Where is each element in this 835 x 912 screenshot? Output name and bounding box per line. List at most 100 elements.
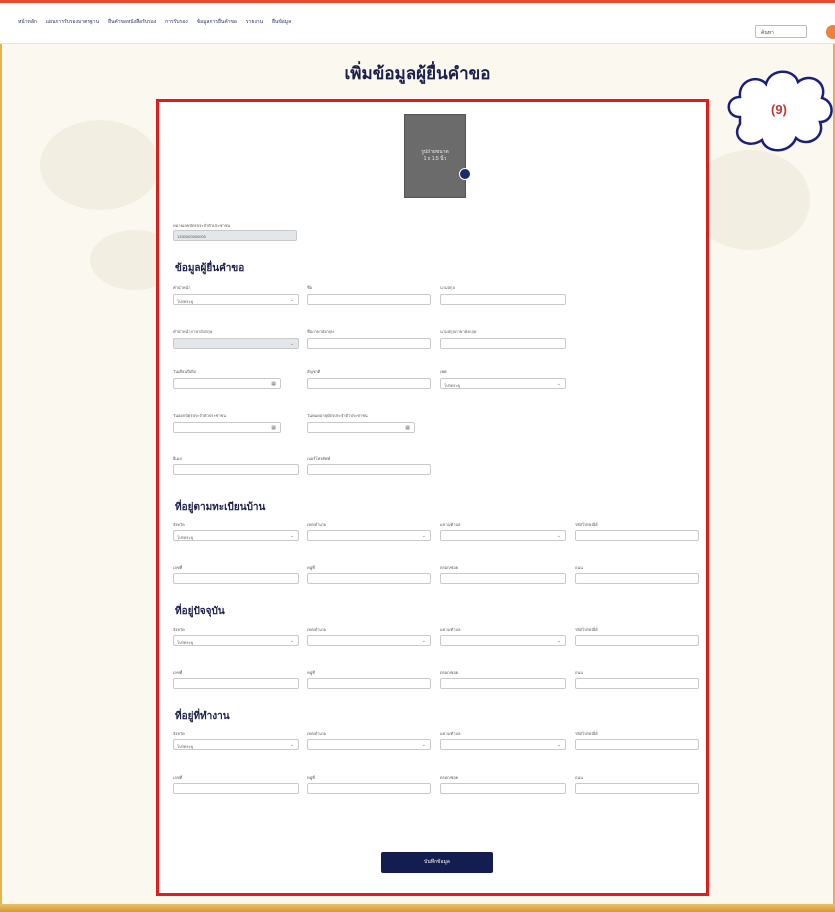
nav-item-certify[interactable]: การรับรอง — [165, 18, 188, 26]
user-avatar[interactable] — [826, 25, 835, 39]
soi-label: ตรอก/ซอย — [440, 775, 459, 780]
subdistrict-label: แขวง/ตำบล — [440, 522, 461, 527]
section-title-registered-address: ที่อยู่ตามทะเบียนบ้าน — [175, 502, 266, 513]
top-accent-bar — [0, 0, 835, 3]
email-label: อีเมล — [173, 456, 182, 461]
soi-label: ตรอก/ซอย — [440, 565, 459, 570]
nav-item-home[interactable]: หน้าหลัก — [18, 18, 37, 26]
district-select[interactable]: ⌄ — [307, 739, 431, 750]
issue-date-label: วันออกบัตรประจำตัวประชาชน — [173, 413, 227, 418]
lastname-field[interactable] — [440, 294, 566, 305]
background-decoration — [40, 120, 160, 210]
chevron-down-icon: ⌄ — [289, 742, 294, 748]
soi-field[interactable] — [440, 573, 566, 584]
postcode-field[interactable] — [575, 635, 699, 646]
subdistrict-select[interactable]: ⌄ — [440, 530, 566, 541]
applicant-form: รูปถ่ายขนาด 1 x 1.5 นิ้ว หมายเลขบัตรประจำ… — [156, 99, 709, 896]
house-no-field[interactable] — [173, 573, 299, 584]
province-select[interactable]: โปรดระบุ ⌄ — [173, 739, 299, 750]
camera-icon[interactable] — [459, 168, 471, 180]
issue-date-field[interactable]: ▦ — [173, 422, 281, 433]
province-value: โปรดระบุ — [177, 744, 194, 749]
firstname-en-field[interactable] — [307, 338, 431, 349]
postcode-field[interactable] — [575, 530, 699, 541]
moo-field[interactable] — [307, 678, 431, 689]
house-no-field[interactable] — [173, 783, 299, 794]
prefix-en-select[interactable]: ⌄ — [173, 338, 299, 349]
province-select[interactable]: โปรดระบุ ⌄ — [173, 635, 299, 646]
footer-strip — [0, 904, 835, 912]
phone-field[interactable] — [307, 464, 431, 475]
province-label: จังหวัด — [173, 731, 185, 736]
firstname-label: ชื่อ — [307, 285, 313, 290]
chevron-down-icon: ⌄ — [556, 533, 561, 539]
road-field[interactable] — [575, 783, 699, 794]
province-label: จังหวัด — [173, 627, 185, 632]
nav-item-plan[interactable]: แผนการรับรองมาตรฐาน — [46, 18, 99, 26]
soi-field[interactable] — [440, 678, 566, 689]
house-no-field[interactable] — [173, 678, 299, 689]
firstname-field[interactable] — [307, 294, 431, 305]
road-label: ถนน — [575, 670, 583, 675]
province-label: จังหวัด — [173, 522, 185, 527]
lastname-en-label: นามสกุลภาษาอังกฤษ — [440, 329, 477, 334]
chevron-down-icon: ⌄ — [289, 341, 294, 347]
nav-item-request[interactable]: ยื่นคำขอหนังสือรับรอง — [108, 18, 156, 26]
gender-select[interactable]: โปรดระบุ ⌄ — [440, 378, 566, 389]
soi-label: ตรอก/ซอย — [440, 670, 459, 675]
district-label: เขต/อำเภอ — [307, 731, 326, 736]
prefix-select[interactable]: โปรดระบุ ⌄ — [173, 294, 299, 305]
nav-item-report[interactable]: รายงาน — [246, 18, 263, 26]
lastname-en-field[interactable] — [440, 338, 566, 349]
save-button[interactable]: บันทึกข้อมูล — [381, 852, 493, 873]
moo-field[interactable] — [307, 573, 431, 584]
phone-label: เบอร์โทรศัพท์ — [307, 456, 331, 461]
email-field[interactable] — [173, 464, 299, 475]
photo-placeholder[interactable]: รูปถ่ายขนาด 1 x 1.5 นิ้ว — [404, 114, 466, 198]
calendar-icon[interactable]: ▦ — [405, 425, 410, 431]
birthdate-field[interactable]: ▦ — [173, 378, 281, 389]
soi-field[interactable] — [440, 783, 566, 794]
house-no-label: เลขที่ — [173, 565, 183, 570]
page-title: เพิ่มข้อมูลผู้ยื่นคำขอ — [344, 64, 491, 83]
district-label: เขต/อำเภอ — [307, 627, 326, 632]
expire-date-field[interactable]: ▦ — [307, 422, 415, 433]
chevron-down-icon: ⌄ — [289, 533, 294, 539]
prefix-en-label: คำนำหน้าภาษาอังกฤษ — [173, 329, 213, 334]
province-select[interactable]: โปรดระบุ ⌄ — [173, 530, 299, 541]
subdistrict-label: แขวง/ตำบล — [440, 627, 461, 632]
road-field[interactable] — [575, 678, 699, 689]
house-no-label: เลขที่ — [173, 775, 183, 780]
calendar-icon[interactable]: ▦ — [271, 381, 276, 387]
moo-label: หมู่ที่ — [307, 565, 315, 570]
postcode-field[interactable] — [575, 739, 699, 750]
chevron-down-icon: ⌄ — [556, 638, 561, 644]
section-title-applicant: ข้อมูลผู้ยื่นคำขอ — [175, 263, 245, 274]
road-label: ถนน — [575, 565, 583, 570]
nationality-field[interactable] — [307, 378, 431, 389]
chevron-down-icon: ⌄ — [289, 297, 294, 303]
postcode-label: รหัสไปรษณีย์ — [575, 627, 598, 632]
moo-label: หมู่ที่ — [307, 775, 315, 780]
subdistrict-select[interactable]: ⌄ — [440, 739, 566, 750]
subdistrict-label: แขวง/ตำบล — [440, 731, 461, 736]
id-number-label: หมายเลขบัตรประจำตัวประชาชน — [173, 223, 231, 228]
photo-caption-line2: 1 x 1.5 นิ้ว — [423, 156, 447, 162]
district-select[interactable]: ⌄ — [307, 530, 431, 541]
calendar-icon[interactable]: ▦ — [271, 425, 276, 431]
postcode-label: รหัสไปรษณีย์ — [575, 731, 598, 736]
chevron-down-icon: ⌄ — [421, 638, 426, 644]
moo-label: หมู่ที่ — [307, 670, 315, 675]
subdistrict-select[interactable]: ⌄ — [440, 635, 566, 646]
district-select[interactable]: ⌄ — [307, 635, 431, 646]
nav-item-submit[interactable]: ยื่นข้อมูล — [272, 18, 291, 26]
nav-item-applicant[interactable]: ข้อมูลการยื่นคำขอ — [197, 18, 237, 26]
photo-caption-line1: รูปถ่ายขนาด — [421, 149, 449, 155]
expire-date-label: วันหมดอายุบัตรประจำตัวประชาชน — [307, 413, 368, 418]
id-number-field[interactable]: 1330000000000 — [173, 230, 297, 241]
chevron-down-icon: ⌄ — [421, 533, 426, 539]
moo-field[interactable] — [307, 783, 431, 794]
search-input[interactable]: ค้นหา — [755, 25, 807, 38]
road-field[interactable] — [575, 573, 699, 584]
birthdate-label: วันเดือนปีเกิด — [173, 369, 197, 374]
